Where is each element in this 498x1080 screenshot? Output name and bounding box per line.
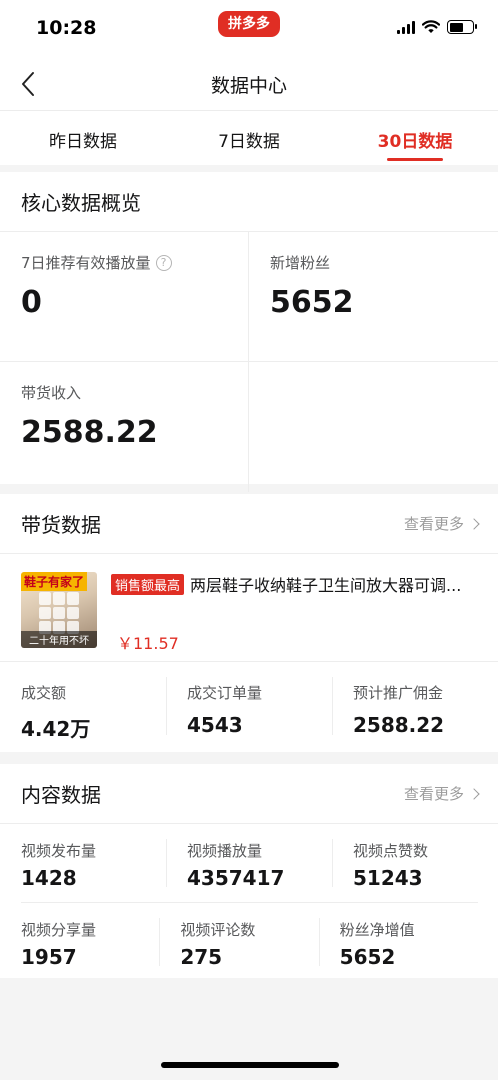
stat-label: 成交订单量 — [187, 684, 263, 702]
tab-yesterday[interactable]: 昨日数据 — [0, 111, 166, 165]
stat-value: 275 — [180, 945, 223, 969]
section-title: 带货数据 — [21, 513, 101, 537]
status-time: 10:28 — [36, 17, 97, 39]
stat-label: 视频播放量 — [187, 842, 263, 860]
content-data-header: 内容数据 查看更多 — [0, 764, 498, 824]
stat-label: 视频分享量 — [21, 921, 97, 939]
stat-label: 视频发布量 — [21, 842, 97, 860]
stat-label: 成交额 — [21, 684, 67, 702]
thumbnail-caption-bottom: 二十年用不坏 — [21, 631, 97, 648]
metric-label: 带货收入 — [21, 384, 82, 402]
stat-row: 视频发布量 1428 视频播放量 4357417 视频点赞数 51243 — [0, 824, 498, 902]
metric-recommended-plays: 7日推荐有效播放量 ? 0 — [0, 232, 249, 362]
page-title: 数据中心 — [210, 75, 287, 97]
shoe-rack-image — [39, 592, 79, 634]
stat-label: 视频评论数 — [180, 921, 256, 939]
view-more-link[interactable]: 查看更多 — [403, 783, 480, 804]
stat-value: 2588.22 — [353, 713, 445, 737]
metric-value: 0 — [21, 285, 42, 320]
metric-label: 7日推荐有效播放量 — [21, 254, 151, 272]
stat-video-likes: 视频点赞数 51243 — [332, 824, 498, 902]
top-sales-badge: 销售额最高 — [111, 573, 185, 595]
wifi-icon — [422, 20, 440, 33]
stat-value: 4357417 — [187, 866, 285, 890]
product-name: 两层鞋子收纳鞋子卫生间放大器可调... — [190, 576, 462, 595]
stat-video-shares: 视频分享量 1957 — [21, 903, 159, 981]
top-product[interactable]: 鞋子有家了 二十年用不坏 销售额最高 两层鞋子收纳鞋子卫生间放大器可调... ￥… — [0, 554, 498, 662]
home-indicator[interactable] — [161, 1062, 339, 1068]
section-title: 内容数据 — [21, 783, 101, 807]
thumbnail-caption-top: 鞋子有家了 — [21, 572, 88, 591]
tab-7-days[interactable]: 7日数据 — [166, 111, 332, 165]
tab-30-days[interactable]: 30日数据 — [332, 111, 498, 165]
metric-label: 新增粉丝 — [270, 254, 331, 272]
metric-value: 2588.22 — [21, 415, 158, 450]
section-title: 核心数据概览 — [21, 191, 141, 215]
stat-net-fans: 粉丝净增值 5652 — [318, 903, 478, 981]
metric-new-fans: 新增粉丝 5652 — [249, 232, 498, 362]
signal-icon — [397, 20, 415, 34]
nav-bar: 数据中心 — [0, 58, 498, 110]
sales-data-header: 带货数据 查看更多 — [0, 494, 498, 554]
stat-value: 5652 — [339, 945, 396, 969]
content-data-card: 内容数据 查看更多 视频发布量 1428 视频播放量 4357417 视频点赞数… — [0, 764, 498, 978]
chevron-right-icon — [468, 517, 480, 530]
stat-label: 视频点赞数 — [353, 842, 429, 860]
stat-value: 4.42万 — [21, 717, 91, 741]
stat-value: 1428 — [21, 866, 77, 890]
sales-data-card: 带货数据 查看更多 鞋子有家了 二十年用不坏 销售额最高 两层鞋子收纳鞋子卫生间… — [0, 494, 498, 752]
battery-icon — [447, 20, 477, 34]
stat-label: 预计推广佣金 — [353, 684, 444, 702]
stat-gmv: 成交额 4.42万 — [0, 662, 166, 750]
view-more-label: 查看更多 — [403, 785, 464, 803]
stat-videos-published: 视频发布量 1428 — [0, 824, 166, 902]
product-price: ￥11.57 — [117, 634, 179, 653]
view-more-label: 查看更多 — [403, 515, 464, 533]
stat-row: 视频分享量 1957 视频评论数 275 粉丝净增值 5652 — [21, 902, 478, 981]
status-bar: 10:28 拼多多 — [0, 0, 498, 58]
product-thumbnail: 鞋子有家了 二十年用不坏 — [21, 572, 97, 648]
stat-commission: 预计推广佣金 2588.22 — [332, 662, 498, 750]
metric-label-row: 7日推荐有效播放量 ? — [21, 252, 248, 273]
view-more-link[interactable]: 查看更多 — [403, 513, 480, 534]
stat-value: 51243 — [353, 866, 423, 890]
sales-stats: 成交额 4.42万 成交订单量 4543 预计推广佣金 2588.22 — [0, 662, 498, 750]
core-overview-card: 核心数据概览 7日推荐有效播放量 ? 0 新增粉丝 5652 带货收入 2588… — [0, 172, 498, 492]
stat-value: 1957 — [21, 945, 77, 969]
product-title-row: 销售额最高 两层鞋子收纳鞋子卫生间放大器可调... — [111, 572, 478, 596]
period-tabs: 昨日数据 7日数据 30日数据 — [0, 110, 498, 165]
stat-value: 4543 — [187, 713, 243, 737]
stat-video-plays: 视频播放量 4357417 — [166, 824, 332, 902]
content-stats: 视频发布量 1428 视频播放量 4357417 视频点赞数 51243 视频分… — [0, 824, 498, 981]
stat-video-comments: 视频评论数 275 — [159, 903, 318, 981]
metric-empty-cell — [249, 362, 498, 492]
chevron-right-icon — [468, 787, 480, 800]
help-icon[interactable]: ? — [155, 254, 172, 271]
core-overview-header: 核心数据概览 — [0, 172, 498, 232]
stat-row: 成交额 4.42万 成交订单量 4543 预计推广佣金 2588.22 — [0, 662, 498, 750]
metric-value: 5652 — [270, 285, 354, 320]
product-info: 销售额最高 两层鞋子收纳鞋子卫生间放大器可调... ￥11.57 — [111, 572, 478, 661]
core-metrics-grid: 7日推荐有效播放量 ? 0 新增粉丝 5652 带货收入 2588.22 — [0, 232, 498, 492]
stat-orders: 成交订单量 4543 — [166, 662, 332, 750]
metric-sales-income: 带货收入 2588.22 — [0, 362, 249, 492]
brand-logo: 拼多多 — [218, 11, 280, 37]
stat-label: 粉丝净增值 — [339, 921, 415, 939]
status-icons — [397, 20, 477, 34]
